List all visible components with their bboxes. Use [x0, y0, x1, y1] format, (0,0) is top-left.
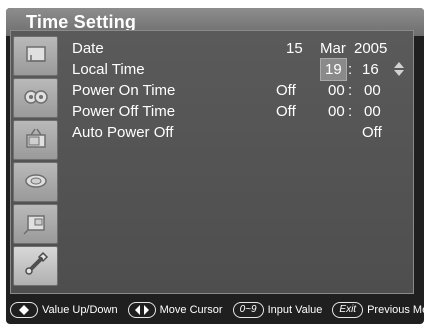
hint-exit-text: Previous Menu: [367, 304, 432, 316]
power-off-hour[interactable]: 00: [328, 101, 345, 122]
power-on-label: Power On Time: [72, 82, 176, 99]
row-power-off-time[interactable]: Power Off Time Off 00 : 00: [72, 101, 404, 122]
power-on-hour[interactable]: 00: [328, 80, 345, 101]
sidebar-item-channel[interactable]: [13, 162, 58, 202]
date-day: 15: [286, 40, 303, 57]
tv-icon: [21, 123, 51, 158]
sidebar-item-audio[interactable]: [13, 78, 58, 118]
picture-icon: [21, 39, 51, 74]
sidebar-item-tools[interactable]: [13, 246, 58, 286]
hint-updown: Value Up/Down: [10, 298, 118, 322]
updown-key-icon: [10, 302, 38, 318]
time-settings-list: Date 15 Mar 2005 Local Time 19 : 16 Powe…: [72, 38, 404, 143]
local-time-separator: :: [348, 61, 353, 78]
hint-updown-text: Value Up/Down: [42, 304, 118, 316]
leftright-key-icon: [127, 302, 156, 318]
local-time-hour-field[interactable]: 19: [320, 58, 347, 81]
local-time-minute-field[interactable]: 16: [362, 59, 379, 80]
exit-key: Exit: [332, 302, 364, 318]
hint-input: 0~9 Input Value: [232, 298, 323, 322]
auto-power-off-state[interactable]: Off: [362, 122, 382, 143]
power-off-separator: :: [348, 103, 353, 120]
help-bar: Value Up/Down Move Cursor 0~9 Input Valu…: [6, 298, 432, 322]
power-off-minute[interactable]: 00: [364, 101, 381, 122]
row-local-time[interactable]: Local Time 19 : 16: [72, 58, 404, 81]
row-power-on-time[interactable]: Power On Time Off 00 : 00: [72, 80, 404, 101]
hint-input-text: Input Value: [267, 304, 323, 316]
local-time-label: Local Time: [72, 61, 145, 78]
hint-cursor-text: Move Cursor: [159, 304, 223, 316]
audio-icon: [21, 81, 51, 116]
auto-power-off-label: Auto Power Off: [72, 124, 174, 141]
hint-exit: Exit Previous Menu: [332, 298, 432, 322]
power-on-separator: :: [348, 82, 353, 99]
sidebar-item-picture[interactable]: [13, 36, 58, 76]
hint-cursor: Move Cursor: [127, 298, 223, 322]
power-off-label: Power Off Time: [72, 103, 176, 120]
date-month: Mar: [320, 40, 346, 57]
channel-icon: [21, 165, 51, 200]
sidebar: [10, 30, 62, 294]
date-year: 2005: [354, 40, 388, 57]
row-auto-power-off[interactable]: Auto Power Off Off: [72, 122, 404, 143]
sidebar-item-pip[interactable]: [13, 204, 58, 244]
power-on-minute[interactable]: 00: [364, 80, 381, 101]
sidebar-item-tv[interactable]: [13, 120, 58, 160]
power-on-state[interactable]: Off: [276, 80, 296, 101]
row-date[interactable]: Date 15 Mar 2005: [72, 38, 404, 59]
tools-icon: [21, 249, 51, 284]
value-updown-icon: [394, 62, 404, 76]
power-off-state[interactable]: Off: [276, 101, 296, 122]
number-key: 0~9: [232, 302, 264, 318]
date-label: Date: [72, 40, 104, 57]
pip-icon: [21, 207, 51, 242]
